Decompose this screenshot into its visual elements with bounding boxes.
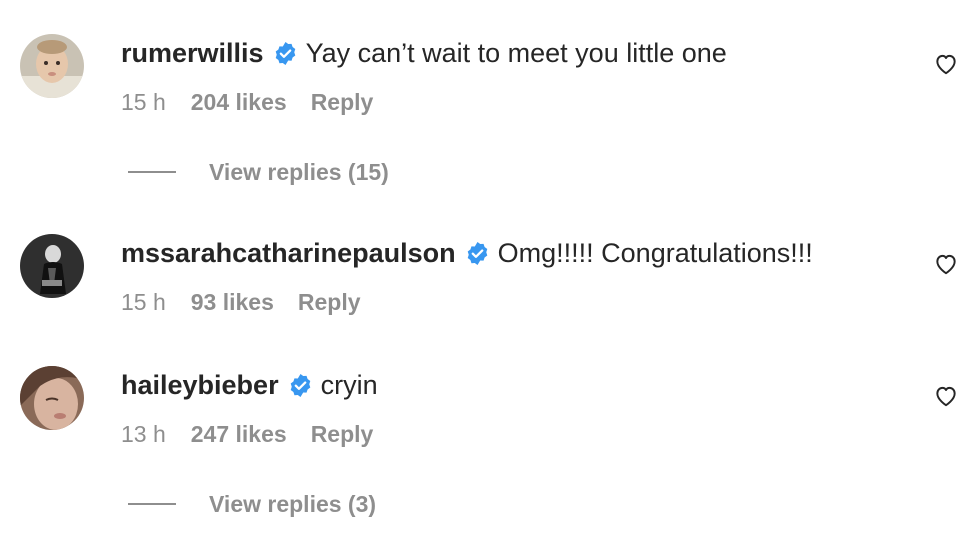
heart-outline-icon[interactable] [933, 51, 959, 77]
comment-text: Yay can’t wait to meet you little one [305, 38, 727, 68]
comment-text: cryin [320, 370, 378, 400]
replies-divider [128, 171, 176, 173]
comment-line: mssarahcatharinepaulson Omg!!!!! Congrat… [121, 236, 813, 270]
heart-outline-icon[interactable] [933, 251, 959, 277]
view-replies-label: View replies (15) [209, 159, 389, 185]
username-link[interactable]: rumerwillis [121, 36, 264, 70]
comment-item: haileybieber cryin 13 h 247 likes Reply … [0, 332, 980, 548]
verified-badge-icon [467, 241, 487, 265]
reply-button[interactable]: Reply [311, 419, 374, 449]
comment-meta: 13 h 247 likes Reply [121, 419, 373, 449]
likes-count-link[interactable]: 204 likes [191, 87, 287, 117]
avatar[interactable] [20, 234, 84, 298]
comment-time[interactable]: 15 h [121, 87, 166, 117]
username-link[interactable]: haileybieber [121, 368, 279, 402]
comment-meta: 15 h 93 likes Reply [121, 287, 361, 317]
username-link[interactable]: mssarahcatharinepaulson [121, 236, 456, 270]
likes-count-link[interactable]: 93 likes [191, 287, 274, 317]
comment-time[interactable]: 13 h [121, 419, 166, 449]
avatar[interactable] [20, 34, 84, 98]
heart-outline-icon[interactable] [933, 383, 959, 409]
comment-text: Omg!!!!! Congratulations!!! [497, 238, 813, 268]
verified-badge-icon [275, 41, 295, 65]
avatar[interactable] [20, 366, 84, 430]
reply-button[interactable]: Reply [311, 87, 374, 117]
comment-line: haileybieber cryin [121, 368, 378, 402]
comment-item: mssarahcatharinepaulson Omg!!!!! Congrat… [0, 200, 980, 340]
comment-item: rumerwillis Yay can’t wait to meet you l… [0, 0, 980, 200]
comment-meta: 15 h 204 likes Reply [121, 87, 373, 117]
view-replies-button[interactable]: View replies (15) [128, 157, 389, 187]
likes-count-link[interactable]: 247 likes [191, 419, 287, 449]
reply-button[interactable]: Reply [298, 287, 361, 317]
view-replies-label: View replies (3) [209, 491, 377, 517]
comment-line: rumerwillis Yay can’t wait to meet you l… [121, 36, 727, 70]
replies-divider [128, 503, 176, 505]
verified-badge-icon [290, 373, 310, 397]
comment-time[interactable]: 15 h [121, 287, 166, 317]
view-replies-button[interactable]: View replies (3) [128, 489, 376, 519]
